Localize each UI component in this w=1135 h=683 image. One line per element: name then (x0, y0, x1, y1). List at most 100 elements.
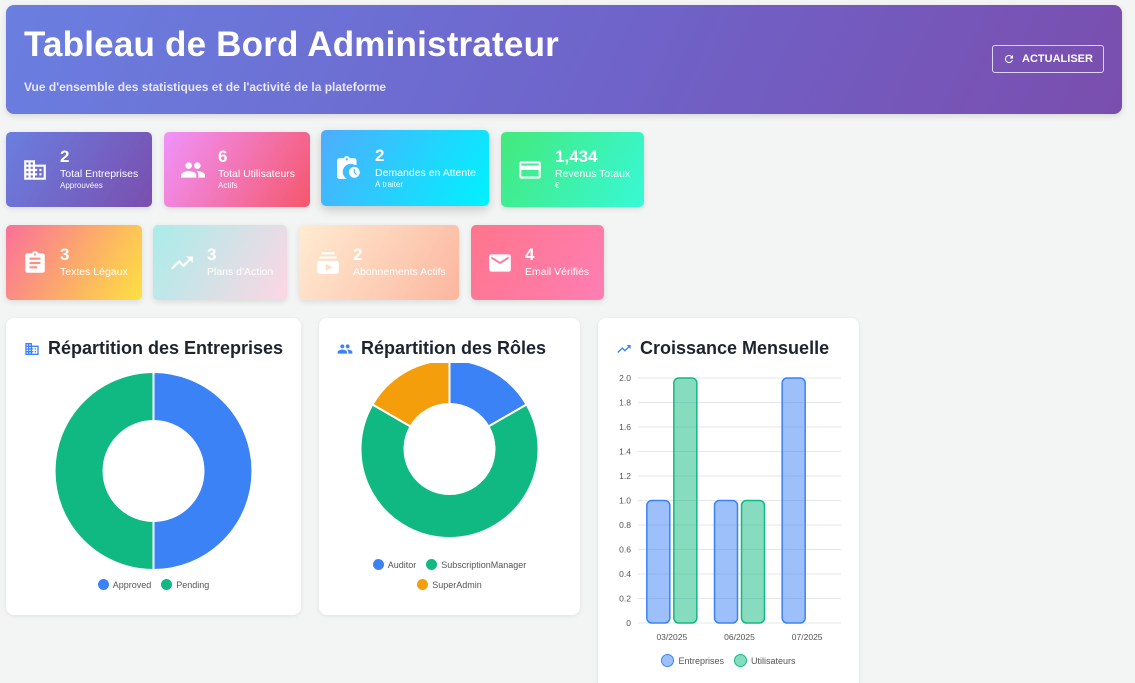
y-tick-label: 1.0 (619, 496, 631, 506)
bar-entreprises-0[interactable] (646, 499, 671, 624)
stat-card-entreprises: 2 Total Entreprises Approuvées (6, 132, 152, 207)
panel-title-text: Répartition des Rôles (361, 338, 547, 358)
assignment-icon (22, 250, 48, 276)
legend-swatch (426, 559, 438, 570)
x-tick-label: 03/2025 (656, 632, 687, 642)
stat-value: 3 (60, 245, 70, 264)
stat-label: Abonnements Actifs (353, 266, 446, 278)
panel-title-text: Croissance Mensuelle (640, 338, 830, 358)
donut-chart-entreprises (53, 370, 254, 572)
stat-card-email-verifies: 4 Email Vérifiés (471, 225, 604, 300)
refresh-icon (1005, 54, 1014, 63)
stat-label: Email Vérifiés (525, 266, 590, 278)
stat-card-textes-legaux: 3 Textes Légaux (6, 225, 142, 300)
legend-roles-row1: Auditor SubscriptionManager (319, 559, 580, 570)
legend-item-auditor[interactable]: Auditor (372, 559, 417, 570)
stat-value: 6 (218, 147, 228, 166)
legend-swatch (661, 654, 675, 667)
stat-value: 3 (207, 245, 217, 264)
bar-entreprises-2[interactable] (781, 377, 806, 624)
stat-value: 2 (60, 147, 70, 166)
y-tick-label: 1.2 (619, 471, 631, 481)
building-icon (25, 342, 39, 355)
donut-slice-approved[interactable] (152, 370, 254, 572)
panel-title-text: Répartition des Entreprises (48, 338, 284, 358)
building-icon (22, 157, 48, 183)
stat-value: 1,434 (555, 147, 598, 166)
stat-value: 2 (353, 245, 363, 264)
stat-sub: À traiter (375, 179, 404, 189)
legend-item-utilisateurs[interactable]: Utilisateurs (734, 654, 796, 667)
legend-item-pending[interactable]: Pending (161, 579, 209, 590)
users-icon (180, 157, 206, 183)
y-tick-label: 0.6 (619, 545, 631, 555)
panel-title-entreprises: Répartition des Entreprises (24, 338, 283, 359)
stat-card-revenus: 1,434 Revenus Totaux € (501, 132, 644, 207)
bar-utilisateurs-1[interactable] (740, 499, 766, 624)
stat-label: Plans d'Action (207, 266, 274, 278)
dashboard-header: Tableau de Bord Administrateur Vue d'ens… (6, 5, 1122, 114)
panel-croissance: Croissance Mensuelle 0 0.2 0.4 0.6 0.8 1.0 1.2… (598, 318, 859, 683)
legend-swatch (97, 579, 109, 590)
legend-swatch (417, 579, 429, 590)
legend-label: SubscriptionManager (441, 559, 527, 570)
refresh-button[interactable]: ACTUALISER (992, 45, 1104, 73)
legend-label: Pending (176, 579, 210, 590)
bar-chart-croissance: 0 0.2 0.4 0.6 0.8 1.0 1.2 1.4 1.6 1.8 2.0 03/2025 06… (619, 373, 841, 642)
stat-card-plans-action: 3 Plans d'Action (153, 225, 287, 300)
subscriptions-icon (315, 250, 341, 276)
panel-roles: Répartition des Rôles Auditor Subscripti… (319, 318, 580, 615)
y-tick-label: 0.2 (619, 594, 631, 604)
legend-label: Approved (112, 579, 152, 590)
page-subtitle: Vue d'ensemble des statistiques et de l'… (24, 80, 387, 94)
legend-entreprises: Approved Pending (6, 579, 301, 590)
donut-slice-pending[interactable] (53, 370, 155, 572)
trending-up-icon (169, 250, 195, 276)
stat-label: Textes Légaux (60, 266, 128, 278)
stat-sub: € (555, 181, 560, 190)
stat-card-utilisateurs: 6 Total Utilisateurs Actifs (164, 132, 310, 207)
clipboard-clock-icon (337, 155, 363, 181)
page-title: Tableau de Bord Administrateur (24, 25, 559, 64)
legend-label: SuperAdmin (432, 579, 482, 590)
legend-croissance: Entreprises Utilisateurs (598, 654, 859, 667)
y-tick-label: 2.0 (619, 373, 631, 383)
bar-utilisateurs-0[interactable] (673, 377, 698, 624)
trending-up-icon (617, 344, 631, 353)
legend-roles-row2: SuperAdmin (319, 579, 580, 590)
legend-item-approved[interactable]: Approved (97, 579, 152, 590)
credit-card-icon (517, 157, 543, 183)
stat-sub: Actifs (218, 181, 238, 190)
legend-item-subscriptionmanager[interactable]: SubscriptionManager (426, 559, 526, 570)
y-tick-label: 0.4 (619, 569, 631, 579)
donut-slice-subscriptionmanager[interactable] (359, 403, 540, 539)
stat-label: Demandes en Attente (375, 166, 476, 179)
legend-swatch (372, 559, 384, 570)
panel-entreprises: Répartition des Entreprises Approved Pen… (6, 318, 301, 615)
stat-value: 2 (375, 145, 385, 165)
stat-label: Revenus Totaux (555, 168, 631, 180)
stat-label: Total Entreprises (60, 168, 139, 180)
panel-title-roles: Répartition des Rôles (337, 338, 546, 359)
legend-label: Entreprises (678, 655, 724, 666)
legend-swatch (161, 579, 173, 590)
stat-sub: Approuvées (60, 181, 103, 190)
stat-card-abonnements: 2 Abonnements Actifs (299, 225, 459, 300)
legend-label: Auditor (387, 559, 417, 570)
y-tick-label: 1.8 (619, 398, 631, 408)
bar-entreprises-1[interactable] (713, 499, 739, 624)
donut-chart-roles (359, 363, 540, 539)
refresh-label: ACTUALISER (1022, 53, 1093, 65)
legend-label: Utilisateurs (751, 655, 796, 666)
y-tick-label: 0.8 (619, 520, 631, 530)
stat-value: 4 (525, 245, 535, 264)
y-tick-label: 1.4 (619, 447, 631, 457)
x-tick-label: 06/2025 (724, 632, 755, 642)
y-tick-label: 1.6 (619, 422, 631, 432)
stat-card-demandes: 2 Demandes en Attente À traiter (321, 130, 489, 206)
stat-label: Total Utilisateurs (218, 168, 296, 180)
legend-item-entreprises[interactable]: Entreprises (661, 654, 724, 667)
legend-item-superadmin[interactable]: SuperAdmin (417, 579, 482, 590)
panel-title-croissance: Croissance Mensuelle (616, 338, 829, 359)
legend-swatch (734, 654, 747, 667)
